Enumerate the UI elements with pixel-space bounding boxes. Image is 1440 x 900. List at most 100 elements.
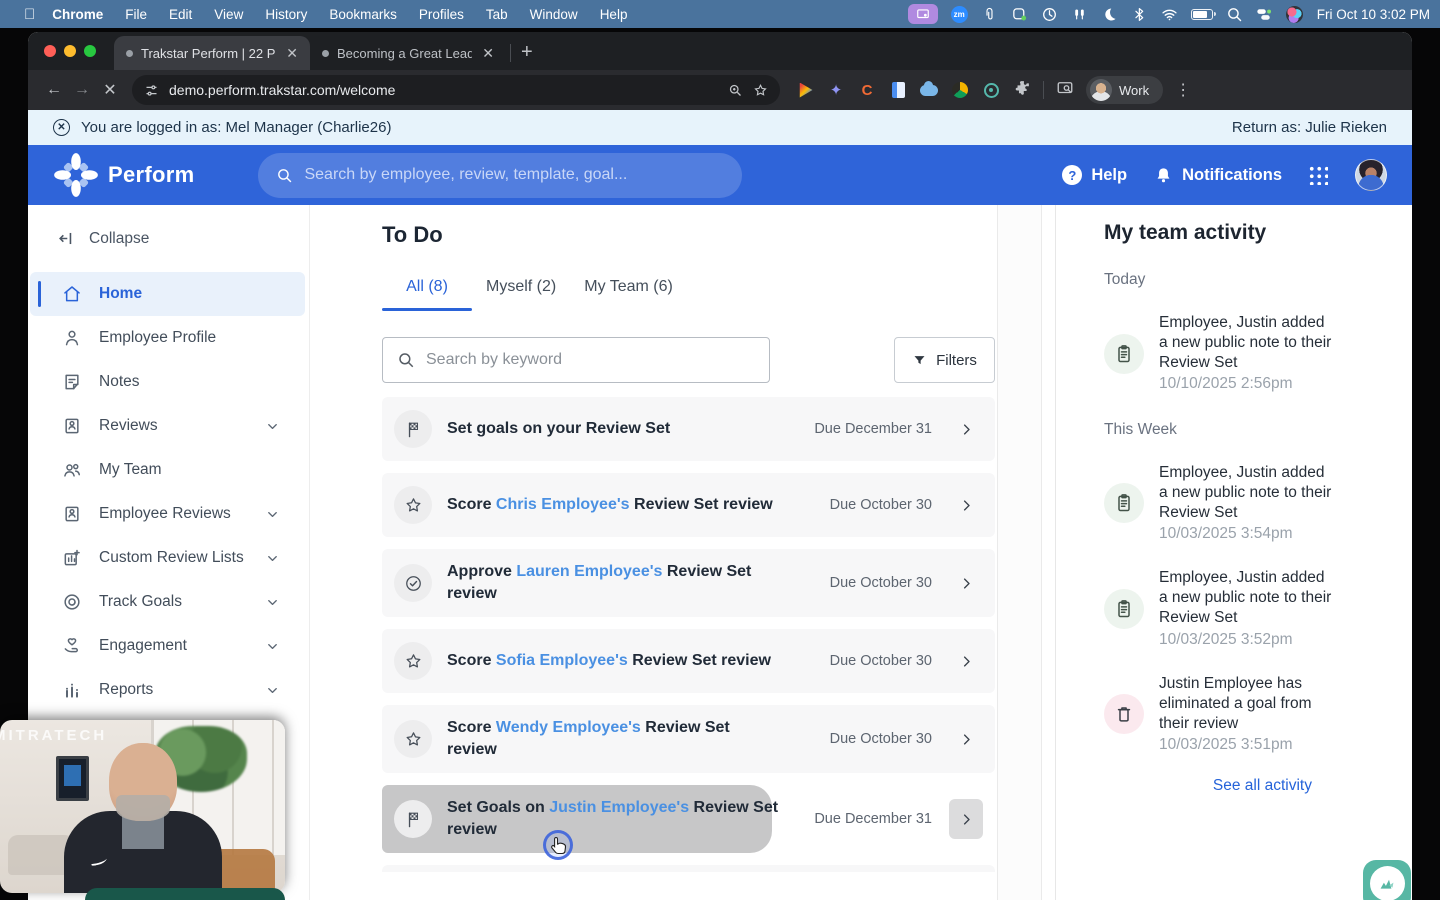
filters-button[interactable]: Filters: [894, 337, 995, 383]
task-open-button[interactable]: [949, 799, 983, 840]
sidebar-item-notes[interactable]: Notes: [30, 360, 305, 404]
extension-doc-blue-icon[interactable]: [889, 81, 907, 99]
global-search[interactable]: [258, 152, 743, 198]
forward-button[interactable]: →: [68, 81, 96, 99]
extension-puzzle-icon[interactable]: [1013, 81, 1031, 99]
menu-file[interactable]: File: [114, 7, 158, 22]
screen-time-icon[interactable]: [1041, 4, 1058, 24]
menu-bookmarks[interactable]: Bookmarks: [318, 7, 408, 22]
wifi-icon[interactable]: [1161, 4, 1178, 24]
bookmark-star-icon[interactable]: [753, 83, 768, 98]
extension-c-orange-icon[interactable]: C: [858, 81, 876, 99]
perform-logo-icon[interactable]: [53, 152, 99, 198]
screen-mirroring-icon[interactable]: [907, 4, 938, 24]
sidebar-item-track-goals[interactable]: Track Goals: [30, 580, 305, 624]
browser-menu-button[interactable]: ⋮: [1175, 80, 1191, 100]
notifications-button[interactable]: Notifications: [1154, 166, 1282, 185]
extension-teal-ring-icon[interactable]: [982, 81, 1000, 99]
keyword-search-input[interactable]: [426, 351, 755, 369]
control-center-icon[interactable]: [1256, 4, 1273, 24]
activity-item[interactable]: Justin Employee has eliminated a goal fr…: [1104, 674, 1412, 756]
return-as-link[interactable]: Return as: Julie Rieken: [1232, 119, 1387, 136]
task-employee-link[interactable]: Lauren Employee's: [516, 563, 662, 580]
menu-window[interactable]: Window: [519, 7, 589, 22]
task-row[interactable]: Approve Lauren Employee's Review Set rev…: [382, 549, 995, 618]
task-employee-link[interactable]: Sofia Employee's: [496, 652, 628, 669]
keyword-search[interactable]: [382, 337, 770, 383]
task-open-button[interactable]: [949, 563, 983, 603]
task-row[interactable]: Score Chris Employee's Review Set review…: [382, 473, 995, 537]
sidebar-item-custom-review-lists[interactable]: Custom Review Lists: [30, 536, 305, 580]
close-window-button[interactable]: [44, 45, 56, 57]
user-avatar[interactable]: [1355, 159, 1387, 191]
collapse-sidebar-button[interactable]: Collapse: [57, 229, 309, 248]
task-open-button[interactable]: [949, 719, 983, 759]
task-open-button[interactable]: [949, 641, 983, 681]
sidebar-item-reports[interactable]: Reports: [30, 668, 305, 712]
task-open-button[interactable]: [949, 485, 983, 525]
tab-myself-2[interactable]: Myself (2): [472, 278, 570, 311]
airpods-icon[interactable]: [1071, 4, 1088, 24]
sidebar-item-engagement[interactable]: Engagement: [30, 624, 305, 668]
new-tab-button[interactable]: +: [521, 41, 533, 64]
menu-help[interactable]: Help: [589, 7, 639, 22]
address-bar[interactable]: demo.perform.trakstar.com/welcome: [132, 75, 780, 105]
menubar-clock[interactable]: Fri Oct 10 3:02 PM: [1317, 7, 1430, 22]
browser-profile-button[interactable]: Work: [1086, 76, 1164, 104]
activity-item[interactable]: Employee, Justin added a new public note…: [1104, 463, 1412, 545]
stop-reload-button[interactable]: ✕: [96, 80, 124, 100]
battery-icon[interactable]: [1190, 4, 1216, 24]
global-search-input[interactable]: [304, 166, 725, 184]
extension-cloud-blue-icon[interactable]: [920, 80, 938, 99]
task-row[interactable]: Score Wendy Employee's Review Set review…: [382, 705, 995, 774]
menu-tab[interactable]: Tab: [475, 7, 519, 22]
help-button[interactable]: ? Help: [1062, 165, 1127, 185]
browser-tab-inactive[interactable]: Becoming a Great Leader ✕: [310, 36, 506, 70]
extension-colored-arrow-icon[interactable]: [796, 81, 814, 99]
minimize-window-button[interactable]: [64, 45, 76, 57]
tab-all-8[interactable]: All (8): [382, 278, 472, 311]
app-grid-icon[interactable]: [1309, 165, 1328, 185]
tab-close-icon[interactable]: ✕: [284, 45, 300, 62]
tab-my-team-6[interactable]: My Team (6): [570, 278, 687, 311]
spotlight-icon[interactable]: [1226, 4, 1243, 24]
task-open-button[interactable]: [949, 409, 983, 449]
sidebar-item-reviews[interactable]: Reviews: [30, 404, 305, 448]
sidebar-item-my-team[interactable]: My Team: [30, 448, 305, 492]
siri-icon[interactable]: [1285, 4, 1303, 24]
activity-item[interactable]: Employee, Justin added a new public note…: [1104, 313, 1412, 395]
screen-capture-icon[interactable]: [1056, 79, 1074, 102]
menu-history[interactable]: History: [254, 7, 318, 22]
task-employee-link[interactable]: Chris Employee's: [496, 496, 630, 513]
dismiss-banner-icon[interactable]: ✕: [53, 119, 70, 136]
menu-profiles[interactable]: Profiles: [408, 7, 475, 22]
back-button[interactable]: ←: [40, 81, 68, 99]
zoom-page-icon[interactable]: [728, 83, 743, 98]
sidebar-item-home[interactable]: Home: [30, 272, 305, 316]
extension-pie-circle-icon[interactable]: [951, 81, 969, 99]
tab-close-icon[interactable]: ✕: [480, 45, 496, 62]
webcam-overlay[interactable]: MITRATECH: [0, 720, 285, 893]
sidebar-item-employee-reviews[interactable]: Employee Reviews: [30, 492, 305, 536]
menu-chrome[interactable]: Chrome: [41, 7, 114, 22]
scrollbar-gutter[interactable]: [997, 205, 1042, 900]
zoom-window-button[interactable]: [84, 45, 96, 57]
task-row[interactable]: Score Sofia Employee's Review Set review…: [382, 629, 995, 694]
task-row[interactable]: Set goals on your Review Set Due Decembe…: [382, 397, 995, 461]
focus-moon-icon[interactable]: [1101, 4, 1118, 24]
activity-item[interactable]: Employee, Justin added a new public note…: [1104, 568, 1412, 650]
walkthrough-widget-button[interactable]: [1363, 860, 1411, 900]
sidebar-item-employee-profile[interactable]: Employee Profile: [30, 316, 305, 360]
site-settings-icon[interactable]: [144, 83, 159, 98]
see-all-activity-link[interactable]: See all activity: [1104, 777, 1412, 795]
brand-name[interactable]: Perform: [108, 162, 194, 188]
paperclip-icon[interactable]: [981, 4, 998, 24]
task-row[interactable]: Set Goals on Justin Employee's Review Se…: [382, 785, 995, 854]
extension-sparkle-icon[interactable]: ✦: [827, 81, 845, 99]
zoom-app-icon[interactable]: zm: [950, 4, 968, 24]
menu-edit[interactable]: Edit: [158, 7, 203, 22]
task-employee-link[interactable]: Justin Employee's: [549, 799, 689, 816]
apple-menu-icon[interactable]: : [24, 6, 35, 23]
menu-view[interactable]: View: [203, 7, 254, 22]
task-employee-link[interactable]: Wendy Employee's: [496, 719, 641, 736]
